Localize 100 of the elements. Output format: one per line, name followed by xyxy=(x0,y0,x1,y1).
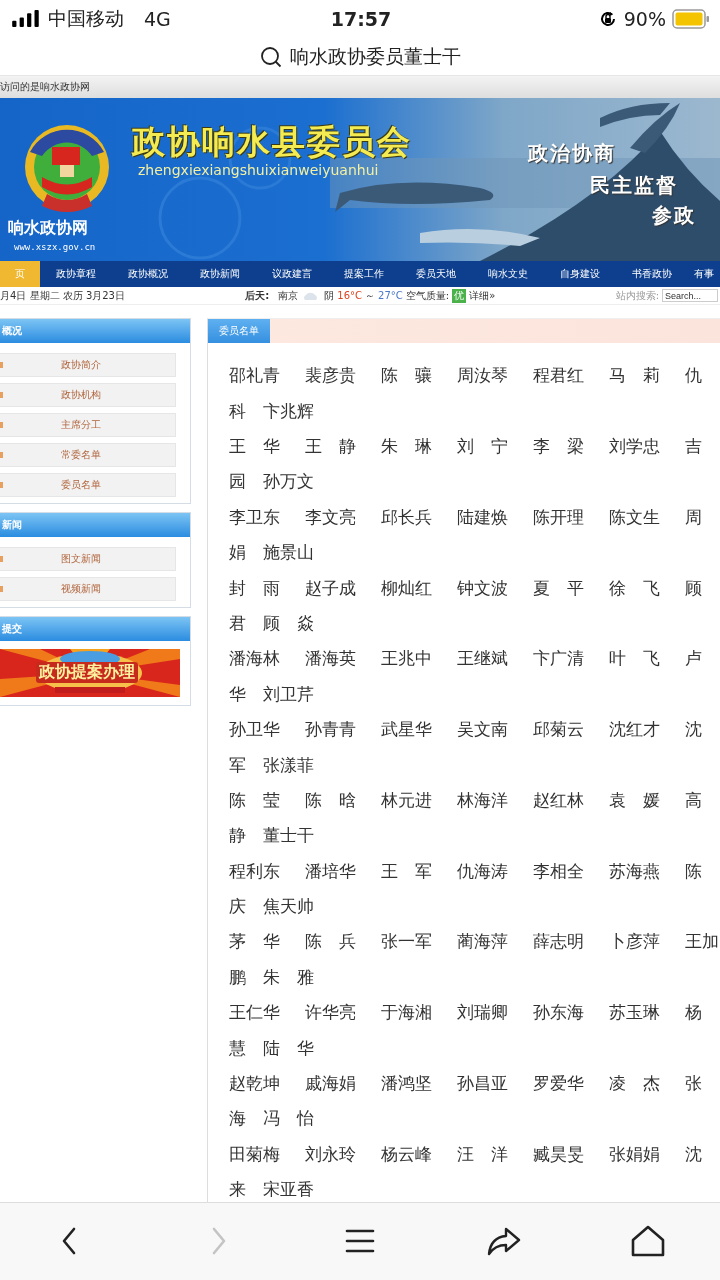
nav-tab[interactable]: 政协章程 xyxy=(40,261,112,288)
address-field[interactable]: 响水政协委员董士干 xyxy=(255,41,465,72)
nav-tab[interactable]: 议政建言 xyxy=(256,261,328,288)
member-name[interactable]: 科 xyxy=(229,399,246,423)
member-name[interactable]: 陈开理 xyxy=(533,505,584,529)
member-name[interactable]: 林海洋 xyxy=(457,788,508,812)
member-name[interactable]: 冯 怡 xyxy=(263,1107,314,1131)
member-name[interactable]: 仇 xyxy=(685,364,702,388)
member-name[interactable]: 田菊梅 xyxy=(229,1142,280,1166)
member-name[interactable]: 张漾菲 xyxy=(263,753,314,777)
member-name[interactable]: 封 雨 xyxy=(229,576,280,600)
member-name[interactable]: 华 xyxy=(229,682,246,706)
member-name[interactable]: 君 xyxy=(229,611,246,635)
member-name[interactable]: 孙青青 xyxy=(305,718,356,742)
member-name[interactable]: 沈 xyxy=(685,1142,702,1166)
member-name[interactable]: 程利东 xyxy=(229,859,280,883)
member-name[interactable]: 孙万文 xyxy=(263,470,314,494)
nav-tab[interactable]: 政协概况 xyxy=(112,261,184,288)
member-name[interactable]: 孙昌亚 xyxy=(457,1072,508,1095)
member-name[interactable]: 军 xyxy=(229,753,246,777)
member-name[interactable]: 苏海燕 xyxy=(609,859,660,883)
member-name[interactable]: 周 xyxy=(685,505,702,529)
member-name[interactable]: 戚海娟 xyxy=(305,1072,356,1095)
member-name[interactable]: 王仁华 xyxy=(229,1001,280,1025)
nav-tab[interactable]: 书香政协 xyxy=(616,261,688,288)
member-name[interactable]: 李卫东 xyxy=(229,505,280,529)
member-name[interactable]: 夏 平 xyxy=(533,576,584,600)
member-name[interactable]: 朱 雅 xyxy=(263,965,314,989)
member-name[interactable]: 程君红 xyxy=(533,364,584,388)
nav-tab[interactable]: 政协新闻 xyxy=(184,261,256,288)
member-name[interactable]: 潘海英 xyxy=(305,647,356,671)
member-name[interactable]: 慧 xyxy=(229,1036,246,1060)
member-name[interactable]: 杨 xyxy=(685,1001,702,1025)
member-name[interactable]: 陈 骧 xyxy=(381,364,432,388)
member-name[interactable]: 卞广清 xyxy=(533,647,584,671)
member-name[interactable]: 茅 华 xyxy=(229,930,280,954)
member-name[interactable]: 蔺海萍 xyxy=(457,930,508,954)
member-name[interactable]: 于海湘 xyxy=(381,1001,432,1025)
member-name[interactable]: 钟文波 xyxy=(457,576,508,600)
member-name[interactable]: 叶 飞 xyxy=(609,647,660,671)
member-name[interactable]: 刘永玲 xyxy=(305,1142,356,1166)
member-name[interactable]: 潘海林 xyxy=(229,647,280,671)
nav-tab[interactable]: 提案工作 xyxy=(328,261,400,288)
member-name[interactable]: 顾 xyxy=(685,576,702,600)
member-name[interactable]: 张一军 xyxy=(381,930,432,954)
member-name[interactable]: 陈 xyxy=(685,859,702,883)
member-name[interactable]: 李 梁 xyxy=(533,435,584,458)
member-name[interactable]: 苏玉琳 xyxy=(609,1001,660,1025)
member-name[interactable]: 焦天帅 xyxy=(263,895,314,919)
nav-tab[interactable]: 自身建设 xyxy=(544,261,616,288)
member-name[interactable]: 庆 xyxy=(229,895,246,919)
member-name[interactable]: 卞兆辉 xyxy=(263,399,314,423)
member-name[interactable]: 邵礼青 xyxy=(229,364,280,388)
member-name[interactable]: 刘瑞卿 xyxy=(457,1001,508,1025)
member-name[interactable]: 王 军 xyxy=(381,859,432,883)
member-name[interactable]: 陆 华 xyxy=(263,1036,314,1060)
member-name[interactable]: 周汝琴 xyxy=(457,364,508,388)
member-name[interactable]: 陆建焕 xyxy=(457,505,508,529)
member-name[interactable]: 柳灿红 xyxy=(381,576,432,600)
member-name[interactable]: 王 静 xyxy=(305,435,356,458)
member-name[interactable]: 赵红林 xyxy=(533,788,584,812)
member-name[interactable]: 潘鸿坚 xyxy=(381,1072,432,1095)
member-name[interactable]: 刘卫芹 xyxy=(263,682,314,706)
member-name[interactable]: 臧昊旻 xyxy=(533,1142,584,1166)
member-name[interactable]: 赵乾坤 xyxy=(229,1072,280,1095)
member-name[interactable]: 顾 焱 xyxy=(263,611,314,635)
member-name[interactable]: 吉 xyxy=(685,435,702,458)
member-name[interactable]: 马 莉 xyxy=(609,364,660,388)
member-name[interactable]: 林元进 xyxy=(381,788,432,812)
member-name[interactable]: 张 xyxy=(685,1072,702,1095)
member-name[interactable]: 徐 飞 xyxy=(609,576,660,600)
member-name[interactable]: 施景山 xyxy=(263,541,314,565)
member-name[interactable]: 李文亮 xyxy=(305,505,356,529)
member-name[interactable]: 陈文生 xyxy=(609,505,660,529)
member-name[interactable]: 董士干 xyxy=(263,824,314,848)
member-name[interactable]: 刘 宁 xyxy=(457,435,508,458)
member-name[interactable]: 沈 xyxy=(685,718,702,742)
member-name[interactable]: 陈 兵 xyxy=(305,930,356,954)
member-name[interactable]: 仇海涛 xyxy=(457,859,508,883)
member-name[interactable]: 园 xyxy=(229,470,246,494)
member-name[interactable]: 静 xyxy=(229,824,246,848)
member-name[interactable]: 卢 xyxy=(685,647,702,671)
member-name[interactable]: 张娟娟 xyxy=(609,1142,660,1166)
member-name[interactable]: 宋亚香 xyxy=(263,1178,314,1202)
member-name[interactable]: 罗爱华 xyxy=(533,1072,584,1095)
member-name[interactable]: 潘培华 xyxy=(305,859,356,883)
member-name[interactable]: 卜彦萍 xyxy=(609,930,660,954)
member-name[interactable]: 吴文南 xyxy=(457,718,508,742)
member-name[interactable]: 邱长兵 xyxy=(381,505,432,529)
member-name[interactable]: 凌 杰 xyxy=(609,1072,660,1095)
member-name[interactable]: 汪 洋 xyxy=(457,1142,508,1166)
member-name[interactable]: 王加 xyxy=(685,930,719,954)
member-name[interactable]: 海 xyxy=(229,1107,246,1131)
member-name[interactable]: 王继斌 xyxy=(457,647,508,671)
member-name[interactable]: 娟 xyxy=(229,541,246,565)
member-name[interactable]: 薛志明 xyxy=(533,930,584,954)
member-name[interactable]: 赵子成 xyxy=(305,576,356,600)
member-name[interactable]: 沈红才 xyxy=(609,718,660,742)
member-name[interactable]: 朱 琳 xyxy=(381,435,432,458)
member-name[interactable]: 杨云峰 xyxy=(381,1142,432,1166)
